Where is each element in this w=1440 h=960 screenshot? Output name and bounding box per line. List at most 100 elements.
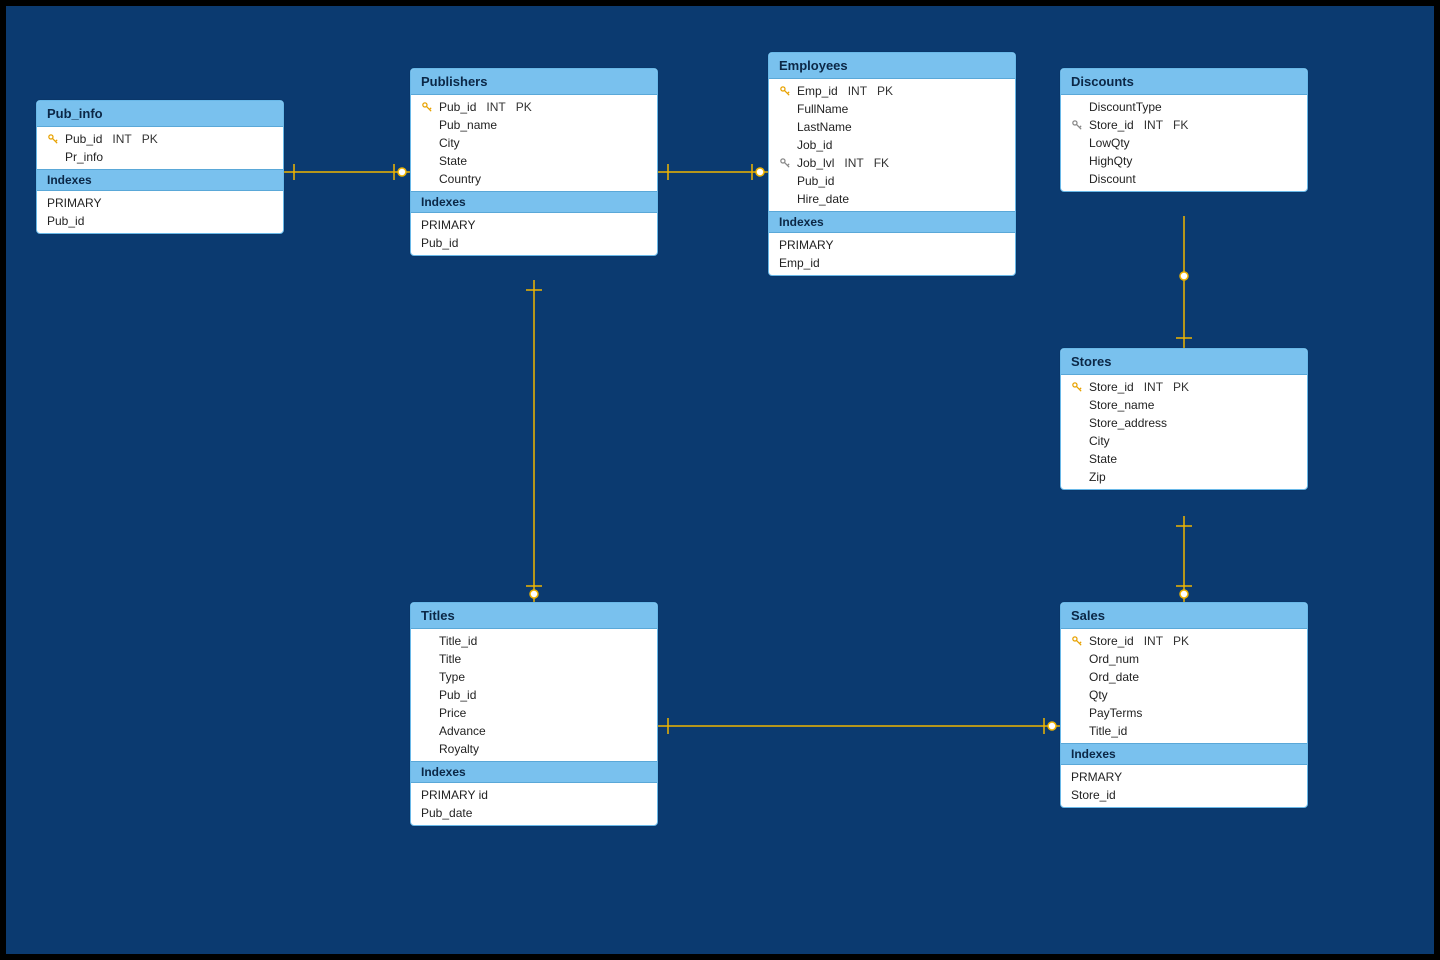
column-row: Store_id INT PK	[1061, 632, 1307, 650]
column-name: Store_id	[1089, 118, 1134, 132]
entity-indexes: PRIMARY id Pub_date	[411, 783, 657, 825]
column-row: Job_lvl INT FK	[769, 154, 1015, 172]
column-row: Store_address	[1061, 414, 1307, 432]
column-name: Ord_date	[1089, 670, 1139, 684]
entity-columns: Store_id INT PK Ord_num Ord_date Qty Pay…	[1061, 629, 1307, 743]
entity-indexes: PRIMARY Pub_id	[37, 191, 283, 233]
index-row: PRIMARY id	[411, 786, 657, 804]
pk-key-icon	[419, 102, 435, 112]
column-name: LastName	[797, 120, 852, 134]
column-name: Zip	[1089, 470, 1106, 484]
column-name: Title_id	[439, 634, 477, 648]
column-row: Emp_id INT PK	[769, 82, 1015, 100]
column-row: Title_id	[1061, 722, 1307, 740]
column-row: Country	[411, 170, 657, 188]
entity-indexes: PRIMARY Emp_id	[769, 233, 1015, 275]
fk-key-icon	[777, 158, 793, 168]
entity-columns: Title_id Title Type Pub_id Price Advance…	[411, 629, 657, 761]
column-row: Store_name	[1061, 396, 1307, 414]
column-row: LowQty	[1061, 134, 1307, 152]
entity-title: Pub_info	[37, 101, 283, 127]
column-row: Ord_date	[1061, 668, 1307, 686]
column-row: Zip	[1061, 468, 1307, 486]
column-name: Store_name	[1089, 398, 1154, 412]
column-row: LastName	[769, 118, 1015, 136]
column-row: Store_id INT PK	[1061, 378, 1307, 396]
column-name: Pub_id	[65, 132, 102, 146]
index-row: Pub_id	[411, 234, 657, 252]
column-row: Title_id	[411, 632, 657, 650]
column-name: Store_address	[1089, 416, 1167, 430]
column-name: City	[1089, 434, 1110, 448]
column-row: Qty	[1061, 686, 1307, 704]
rel-publishers-employees	[658, 164, 768, 180]
entity-stores[interactable]: Stores Store_id INT PK Store_name Store_…	[1060, 348, 1308, 490]
rel-discounts-stores	[1176, 216, 1192, 348]
index-row: PRIMARY	[411, 216, 657, 234]
column-row: Type	[411, 668, 657, 686]
column-name: State	[439, 154, 467, 168]
column-name: Job_lvl	[797, 156, 834, 170]
column-name: Discount	[1089, 172, 1136, 186]
column-row: Royalty	[411, 740, 657, 758]
index-row: PRIMARY	[37, 194, 283, 212]
column-name: Emp_id	[797, 84, 838, 98]
column-row: Price	[411, 704, 657, 722]
pk-key-icon	[777, 86, 793, 96]
column-name: Hire_date	[797, 192, 849, 206]
column-row: City	[411, 134, 657, 152]
column-flag: PK	[516, 100, 532, 114]
column-row: Pub_id INT PK	[37, 130, 283, 148]
pk-key-icon	[45, 134, 61, 144]
index-row: Pub_id	[37, 212, 283, 230]
column-row: Ord_num	[1061, 650, 1307, 668]
erd-canvas[interactable]: Pub_info Pub_id INT PK Pr_info Indexes P…	[6, 6, 1434, 954]
entity-sales[interactable]: Sales Store_id INT PK Ord_num Ord_date Q…	[1060, 602, 1308, 808]
column-name: Price	[439, 706, 466, 720]
index-row: PRMARY	[1061, 768, 1307, 786]
column-flag: PK	[1173, 380, 1189, 394]
entity-columns: DiscountType Store_id INT FK LowQty High…	[1061, 95, 1307, 191]
column-type: INT	[486, 100, 505, 114]
column-name: Pr_info	[65, 150, 103, 164]
entity-discounts[interactable]: Discounts DiscountType Store_id INT FK L…	[1060, 68, 1308, 192]
rel-pubinfo-publishers	[284, 164, 410, 180]
column-name: Store_id	[1089, 380, 1134, 394]
column-name: Country	[439, 172, 481, 186]
pk-key-icon	[1069, 382, 1085, 392]
index-row: Store_id	[1061, 786, 1307, 804]
rel-titles-sales	[658, 718, 1060, 734]
column-name: DiscountType	[1089, 100, 1162, 114]
entity-title: Titles	[411, 603, 657, 629]
entity-pub-info[interactable]: Pub_info Pub_id INT PK Pr_info Indexes P…	[36, 100, 284, 234]
column-row: FullName	[769, 100, 1015, 118]
column-type: INT	[848, 84, 867, 98]
column-name: Advance	[439, 724, 486, 738]
fk-key-icon	[1069, 120, 1085, 130]
column-flag: FK	[874, 156, 889, 170]
entity-titles[interactable]: Titles Title_id Title Type Pub_id Price …	[410, 602, 658, 826]
entity-publishers[interactable]: Publishers Pub_id INT PK Pub_name City S…	[410, 68, 658, 256]
column-name: PayTerms	[1089, 706, 1142, 720]
column-row: HighQty	[1061, 152, 1307, 170]
column-name: Pub_id	[439, 100, 476, 114]
column-flag: PK	[142, 132, 158, 146]
column-type: INT	[844, 156, 863, 170]
column-row: PayTerms	[1061, 704, 1307, 722]
entity-title: Stores	[1061, 349, 1307, 375]
entity-title: Discounts	[1061, 69, 1307, 95]
column-name: Job_id	[797, 138, 832, 152]
column-row: Pub_id	[769, 172, 1015, 190]
indexes-label: Indexes	[411, 191, 657, 213]
column-name: Pub_id	[797, 174, 834, 188]
column-row: Discount	[1061, 170, 1307, 188]
column-name: Qty	[1089, 688, 1108, 702]
column-row: Pub_id INT PK	[411, 98, 657, 116]
column-row: Store_id INT FK	[1061, 116, 1307, 134]
column-name: Pub_id	[439, 688, 476, 702]
indexes-label: Indexes	[769, 211, 1015, 233]
entity-indexes: PRMARY Store_id	[1061, 765, 1307, 807]
entity-indexes: PRIMARY Pub_id	[411, 213, 657, 255]
column-row: Hire_date	[769, 190, 1015, 208]
entity-employees[interactable]: Employees Emp_id INT PK FullName LastNam…	[768, 52, 1016, 276]
